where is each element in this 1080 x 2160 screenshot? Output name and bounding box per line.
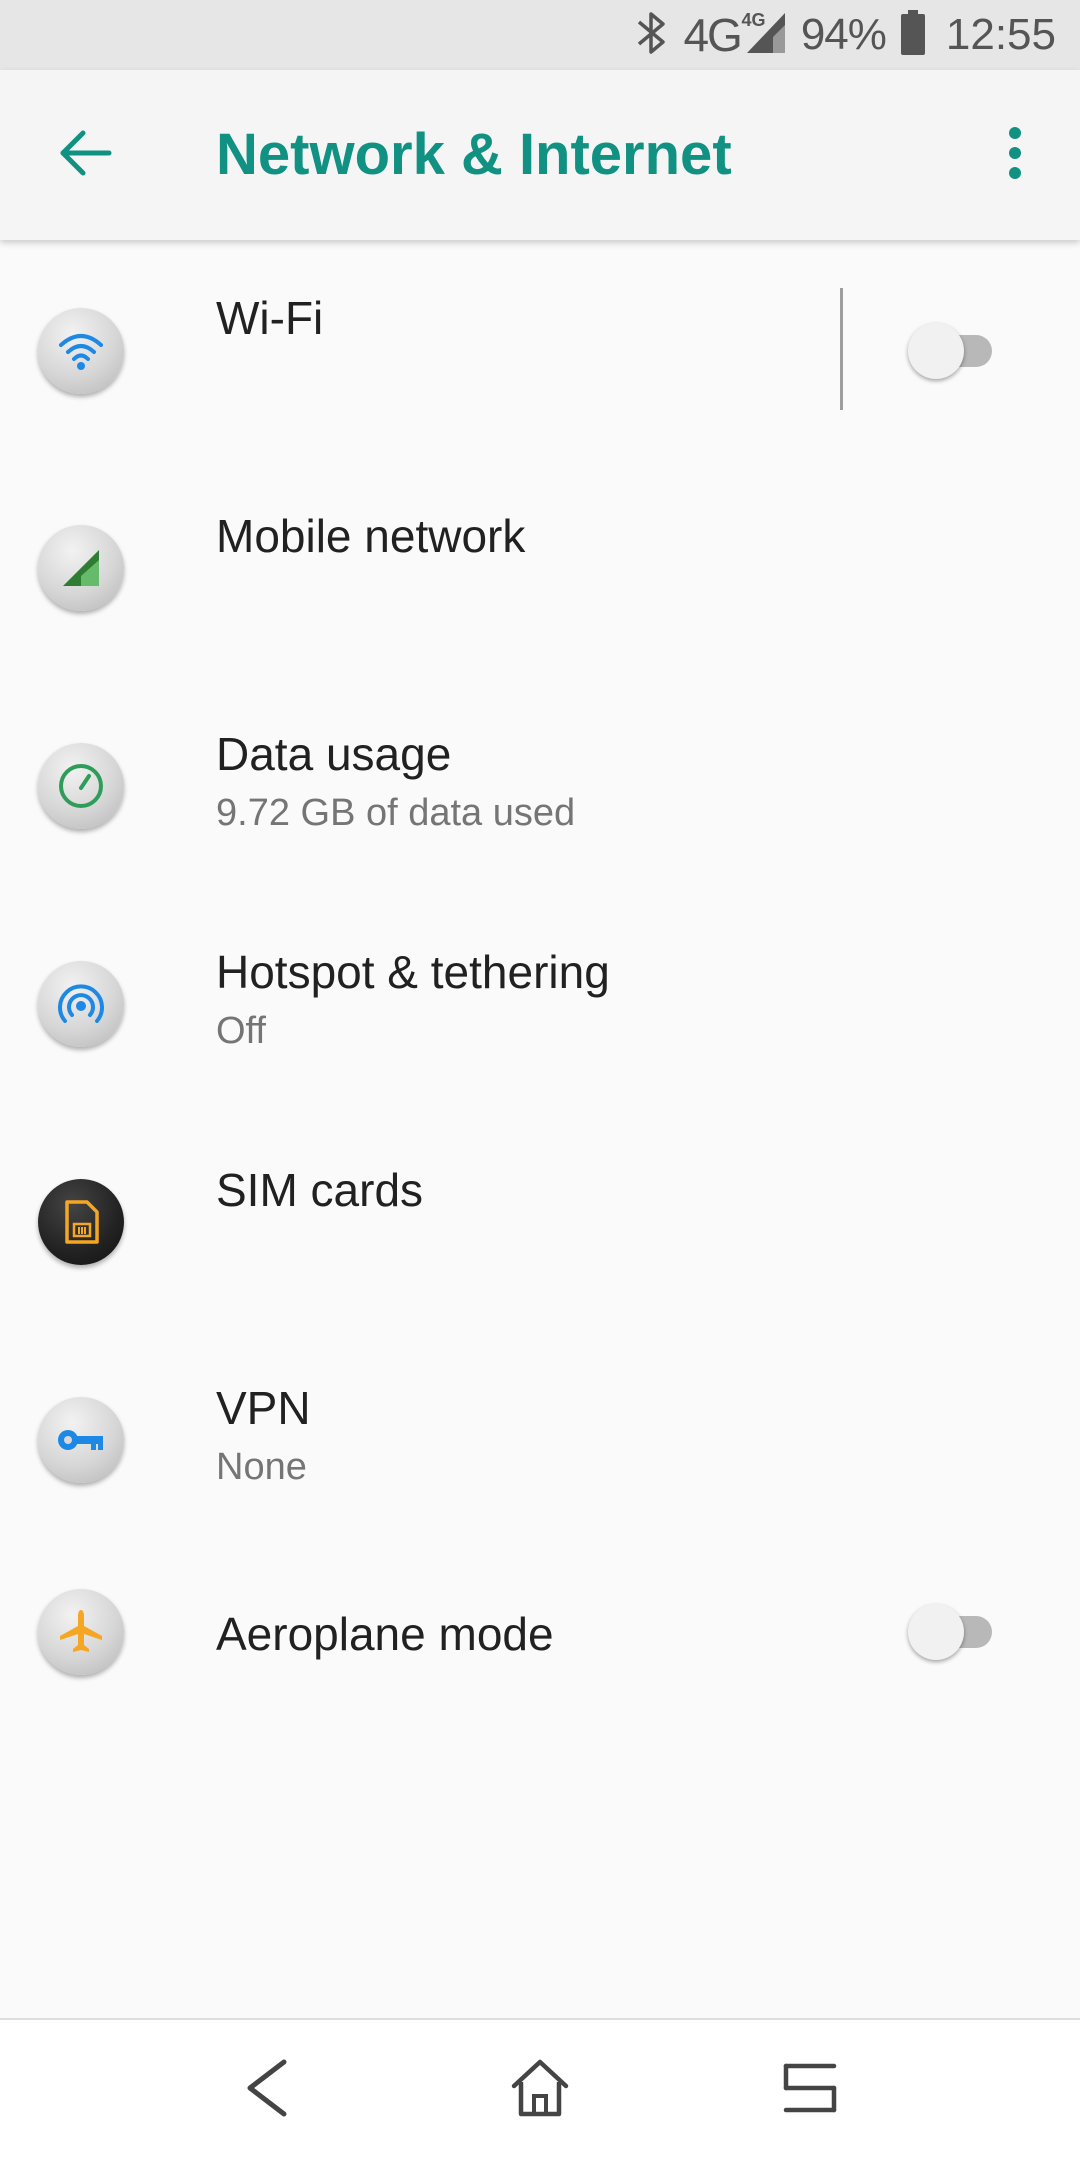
aeroplane-mode-toggle[interactable] — [908, 1602, 1000, 1662]
setting-row-mobile-network[interactable]: Mobile network — [0, 458, 1080, 676]
wifi-toggle[interactable] — [908, 321, 1000, 381]
nav-back-icon — [238, 2056, 298, 2125]
settings-list: Wi-Fi Mobile network Data usage 9.72 GB … — [0, 240, 1080, 1766]
status-time: 12:55 — [945, 10, 1056, 59]
sim-card-icon — [38, 1179, 124, 1265]
setting-row-wifi[interactable]: Wi-Fi — [0, 240, 1080, 458]
setting-title: Mobile network — [216, 510, 526, 562]
nav-home-button[interactable] — [490, 2040, 590, 2140]
status-bar: 4G 4G 94% 12:55 — [0, 0, 1080, 70]
setting-row-sim-cards[interactable]: SIM cards — [0, 1112, 1080, 1330]
settings-screen: 4G 4G 94% 12:55 Network & Internet Wi-Fi… — [0, 0, 1080, 2160]
setting-subtitle: None — [216, 1446, 307, 1488]
page-title: Network & Internet — [216, 122, 732, 187]
setting-row-vpn[interactable]: VPN None — [0, 1330, 1080, 1548]
setting-title: Aeroplane mode — [216, 1608, 554, 1660]
setting-title: SIM cards — [216, 1164, 424, 1216]
arrow-back-icon — [57, 125, 113, 186]
toggle-thumb — [908, 1604, 964, 1660]
setting-text-hotspot: Hotspot & tethering Off — [216, 944, 610, 1056]
nav-recents-icon — [780, 2058, 840, 2123]
setting-text-vpn: VPN None — [216, 1380, 311, 1492]
navigation-bar — [0, 2018, 1080, 2160]
bluetooth-icon — [635, 8, 669, 63]
nav-recents-button[interactable] — [760, 2040, 860, 2140]
setting-text-data-usage: Data usage 9.72 GB of data used — [216, 726, 575, 838]
more-options-button[interactable] — [980, 110, 1050, 200]
divider — [840, 288, 843, 410]
battery-percent: 94% — [800, 10, 887, 59]
app-bar: Network & Internet — [0, 70, 1080, 240]
network-type-small-label: 4G — [741, 10, 766, 30]
setting-title: Hotspot & tethering — [216, 946, 610, 998]
airplane-icon — [38, 1589, 124, 1675]
setting-title: Data usage — [216, 728, 452, 780]
vpn-key-icon — [38, 1397, 124, 1483]
setting-subtitle: Off — [216, 1010, 266, 1052]
setting-text-wifi: Wi-Fi — [216, 290, 323, 346]
signal-triangle-icon — [38, 525, 124, 611]
setting-text-mobile-network: Mobile network — [216, 508, 525, 564]
setting-row-aeroplane-mode[interactable]: Aeroplane mode — [0, 1548, 1080, 1766]
status-icons: 4G 4G 94% 12:55 — [635, 0, 1056, 70]
setting-row-hotspot[interactable]: Hotspot & tethering Off — [0, 894, 1080, 1112]
back-button[interactable] — [40, 110, 130, 200]
setting-text-aeroplane-mode: Aeroplane mode — [216, 1606, 554, 1662]
setting-text-sim-cards: SIM cards — [216, 1162, 423, 1218]
setting-title: VPN — [216, 1382, 311, 1434]
setting-row-data-usage[interactable]: Data usage 9.72 GB of data used — [0, 676, 1080, 894]
setting-subtitle: 9.72 GB of data used — [216, 792, 576, 834]
more-vert-icon — [1007, 125, 1023, 186]
setting-title: Wi-Fi — [216, 292, 324, 344]
wifi-icon — [38, 308, 124, 394]
nav-home-icon — [508, 2056, 572, 2125]
network-type-label: 4G — [683, 9, 742, 61]
data-usage-icon — [38, 743, 124, 829]
toggle-thumb — [908, 323, 964, 379]
hotspot-icon — [38, 961, 124, 1047]
nav-back-button[interactable] — [218, 2040, 318, 2140]
battery-icon — [900, 9, 926, 61]
network-type-indicator: 4G 4G — [683, 9, 765, 61]
